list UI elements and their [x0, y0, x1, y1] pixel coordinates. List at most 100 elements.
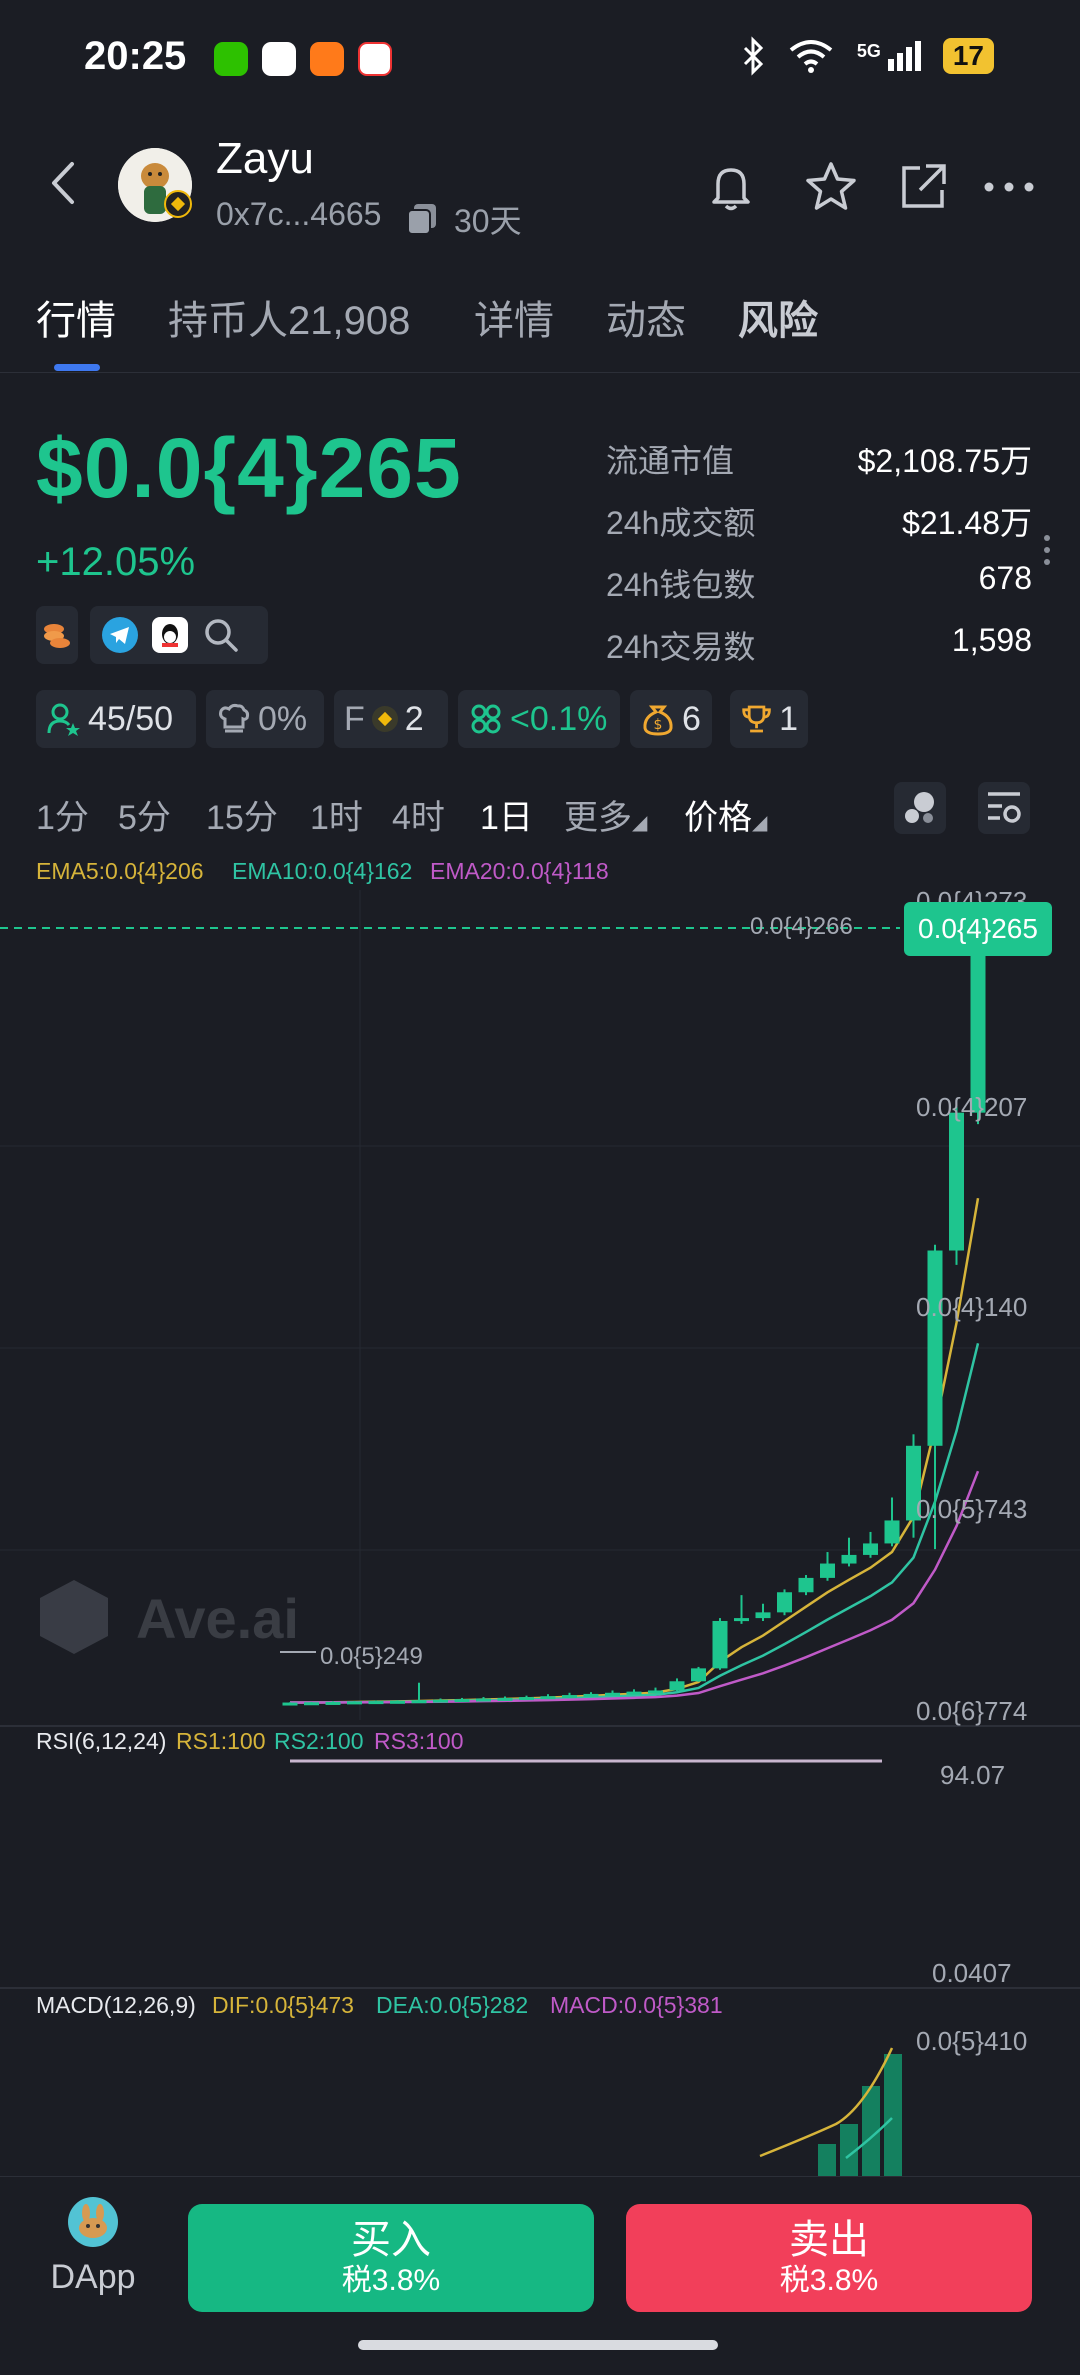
candle-body	[820, 1563, 835, 1578]
rsi-chart	[0, 1759, 1080, 1989]
bag-count: 6	[682, 699, 701, 738]
interval-5m[interactable]: 5分	[118, 790, 171, 839]
battery-indicator: 17	[942, 38, 994, 74]
macd-bar	[818, 2144, 836, 2176]
star-icon[interactable]	[802, 158, 860, 216]
candle-body	[648, 1690, 663, 1694]
stat-trades-value: 1,598	[951, 622, 1032, 658]
home-indicator[interactable]	[358, 2340, 718, 2350]
indicator-toggle-button[interactable]	[894, 782, 946, 834]
bubbles-icon	[905, 792, 934, 823]
stats-more-icon[interactable]	[1042, 533, 1052, 567]
settings-icon	[988, 792, 1021, 823]
dea-legend: DEA:0.0{5}282	[376, 1992, 529, 2018]
candle-body	[949, 1112, 964, 1251]
network-type: 5G	[856, 41, 881, 61]
interval-more[interactable]: 更多◢	[564, 790, 647, 839]
price-change: +12.05%	[36, 540, 196, 584]
macd-chart	[759, 2047, 902, 2176]
coins-icon	[44, 624, 70, 648]
stat-market-cap-label: 流通市值	[606, 443, 735, 479]
f-count: 2	[404, 699, 424, 738]
stat-volume-value: $21.48万	[902, 505, 1032, 541]
ratio-value: <0.1%	[510, 699, 608, 738]
tax-badge[interactable]: 0%	[206, 690, 324, 748]
bnb-chain-icon	[164, 190, 192, 218]
candles	[282, 946, 986, 1706]
share-icon[interactable]	[894, 158, 952, 216]
interval-15m[interactable]: 15分	[206, 790, 278, 839]
more-icon[interactable]	[980, 158, 1038, 216]
telegram-icon[interactable]	[102, 617, 138, 653]
candle-body	[433, 1699, 448, 1703]
video-app-icon	[262, 42, 296, 76]
candle-body	[347, 1701, 362, 1705]
y-tick-2: 0.0{4}207	[916, 1092, 1028, 1122]
tab-details[interactable]: 详情	[474, 288, 554, 346]
price-mode-label: 价格	[684, 799, 752, 837]
ema5-legend: EMA5:0.0{4}206	[36, 858, 204, 884]
macd-bar	[884, 2054, 902, 2176]
status-bar: 20:25 5G 17	[0, 0, 1080, 120]
bnb-icon	[371, 706, 398, 732]
stat-market-cap-value: $2,108.75万	[857, 443, 1032, 479]
dapp-button[interactable]: DApp	[30, 2196, 156, 2306]
chef-hat-icon	[219, 703, 250, 733]
stat-volume-label: 24h成交额	[606, 505, 756, 541]
buy-button[interactable]: 买入 税3.8%	[188, 2204, 594, 2312]
svg-text:$: $	[654, 717, 663, 733]
tab-bar: 行情 持币人21,908 详情 动态 风险	[0, 284, 1080, 374]
current-price-tag: 0.0{4}265	[904, 902, 1052, 956]
game-app-icon	[358, 42, 392, 76]
tab-market[interactable]: 行情	[36, 288, 116, 346]
buy-tax: 税3.8%	[341, 2264, 441, 2297]
coins-link[interactable]	[36, 606, 78, 664]
qq-icon[interactable]	[152, 617, 188, 653]
dropdown-triangle-icon: ◢	[752, 812, 768, 834]
tab-holders[interactable]: 持币人21,908	[168, 288, 410, 346]
y-tick-4: 0.0{5}743	[916, 1494, 1028, 1524]
ema-lines	[289, 1197, 980, 1704]
candle-body	[777, 1592, 792, 1613]
f-badge[interactable]: F 2	[334, 690, 448, 748]
interval-1d[interactable]: 1日	[480, 790, 533, 839]
macd-legend: MACD:0.0{5}381	[550, 1992, 723, 2018]
copy-icon[interactable]	[404, 200, 440, 236]
bag-badge[interactable]: $ 6	[630, 690, 712, 748]
candle-body	[519, 1697, 534, 1701]
dif-legend: DIF:0.0{5}473	[212, 1992, 354, 2018]
contract-address[interactable]: 0x7c...4665	[216, 196, 381, 233]
token-name: Zayu	[216, 134, 314, 183]
bell-icon[interactable]	[702, 158, 760, 216]
interval-1h[interactable]: 1时	[310, 790, 363, 839]
tab-risk[interactable]: 风险	[738, 288, 818, 346]
candle-body	[970, 948, 986, 1113]
candle-body	[476, 1698, 491, 1702]
candle-body	[734, 1618, 749, 1622]
rsi-high-tick: 94.07	[940, 1760, 1006, 1790]
price-mode-select[interactable]: 价格◢	[684, 790, 767, 839]
chart-settings-button[interactable]	[978, 782, 1030, 834]
search-icon[interactable]	[202, 616, 240, 654]
candle-body	[712, 1620, 728, 1669]
watermark-text: Ave.ai	[136, 1587, 299, 1650]
back-icon[interactable]	[44, 158, 84, 208]
dapp-label: DApp	[50, 2258, 136, 2296]
system-icons: 5G 17	[741, 36, 994, 76]
tab-activity[interactable]: 动态	[606, 288, 686, 346]
trophy-badge[interactable]: 1	[730, 690, 808, 748]
trophy-icon	[742, 705, 771, 733]
high-marker: 0.0{4}266	[750, 913, 853, 940]
interval-4h[interactable]: 4时	[392, 790, 445, 839]
candle-body	[669, 1681, 685, 1691]
bluetooth-icon	[743, 36, 763, 76]
ema10-legend: EMA10:0.0{4}162	[232, 858, 413, 884]
ratio-badge[interactable]: <0.1%	[458, 690, 620, 748]
sell-button[interactable]: 卖出 税3.8%	[626, 2204, 1032, 2312]
interval-1m[interactable]: 1分	[36, 790, 89, 839]
watermark: Ave.ai	[40, 1580, 299, 1654]
trophy-count: 1	[779, 699, 798, 738]
holders-badge[interactable]: 45/50	[36, 690, 196, 748]
candle-body	[691, 1668, 706, 1682]
sell-label: 卖出	[789, 2218, 869, 2262]
